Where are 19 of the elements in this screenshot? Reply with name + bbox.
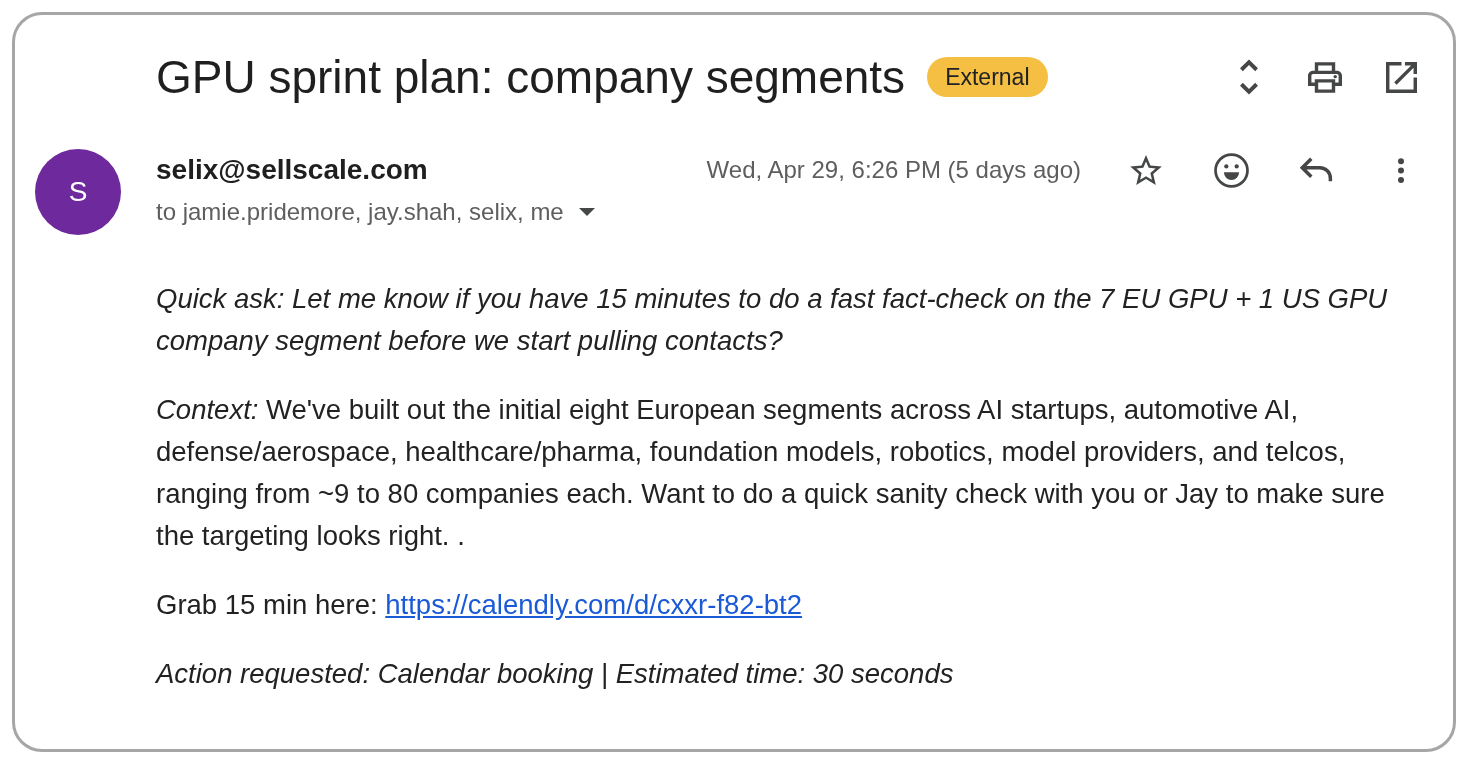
sender-email: selix@sellscale.com [156, 153, 429, 187]
reply-icon[interactable] [1299, 157, 1333, 183]
print-icon[interactable] [1308, 61, 1342, 93]
message-paragraph: Context: We've built out the initial eight European segments across AI startups, automotive AI, defense/aerospace, healthcare/pharma, foundation models, robotics, model providers, and telcos, ranging from ~9 to 80 companies each. Want to do a quick sanity check with you or Jay to make sure the targeting looks right. . [156, 393, 1386, 553]
calendar-link[interactable]: https://calendly.com/d/cxxr-f82-bt2 [385, 589, 803, 620]
email-subject: GPU sprint plan: company segments [156, 50, 906, 105]
more-options-icon[interactable] [1398, 157, 1404, 183]
smiley-icon[interactable] [1213, 152, 1249, 188]
message-date: Wed, Apr 29, 6:26 PM (5 days ago) [706, 155, 1081, 185]
message-paragraph: Quick ask: Let me know if you have 15 minutes to do a fast fact-check on the 7 EU GPU + 1 US GPU company segment before we start pulling contacts? [156, 282, 1389, 358]
message-paragraph: Action requested: Calendar booking | Estimated time: 30 seconds [156, 657, 955, 691]
expand-collapse-icon[interactable] [1240, 59, 1258, 95]
message-text: Grab 15 min here: [156, 589, 378, 620]
recipients-list: to jamie.pridemore, jay.shah, selix, me [156, 197, 564, 227]
star-outline-icon[interactable] [1130, 155, 1162, 185]
sender-avatar: S [35, 149, 121, 235]
caret-icon[interactable] [578, 208, 595, 216]
open-in-new-window-icon[interactable] [1385, 61, 1417, 93]
external-label[interactable]: External [927, 57, 1048, 97]
